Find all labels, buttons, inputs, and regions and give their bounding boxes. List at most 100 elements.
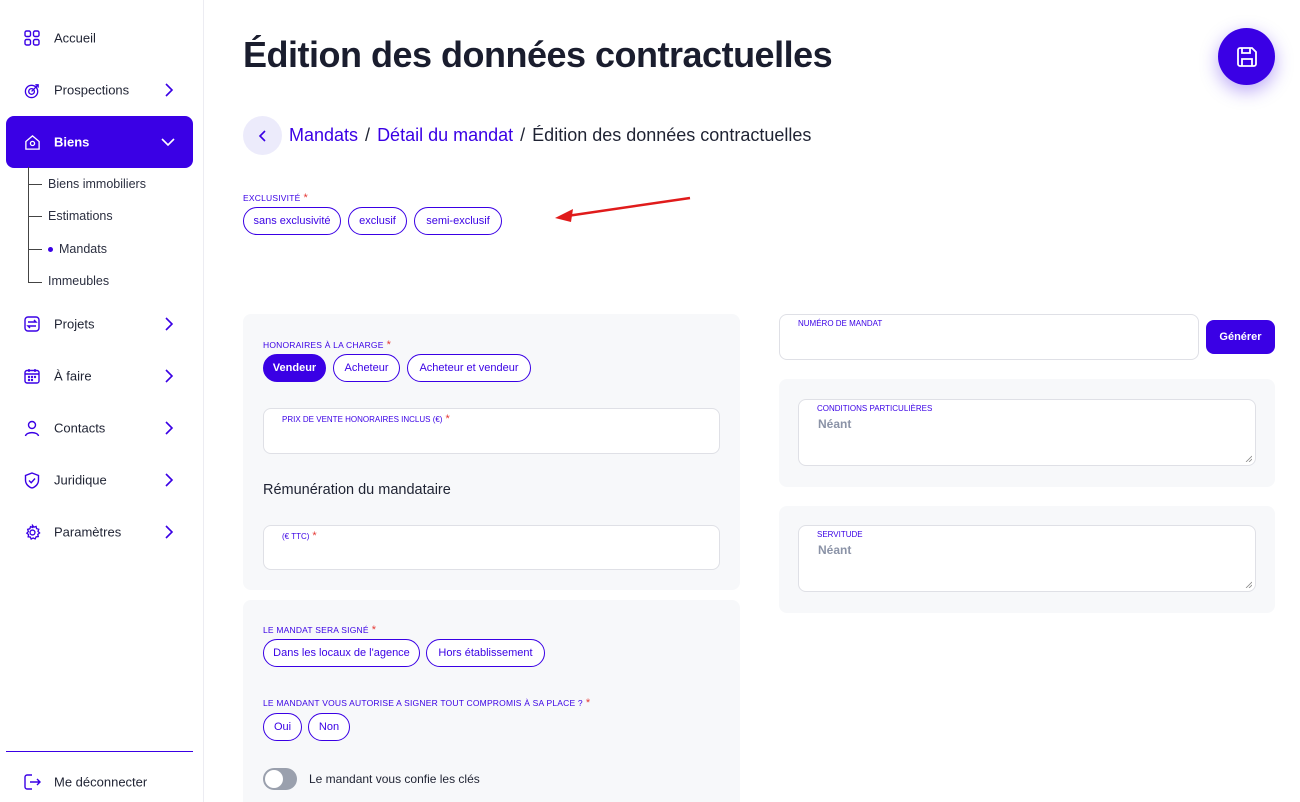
honoraires-option-les-deux[interactable]: Acheteur et vendeur bbox=[407, 354, 531, 382]
required-mark: * bbox=[585, 697, 591, 709]
autorisation-label-text: LE MANDANT VOUS AUTORISE A SIGNER TOUT C… bbox=[263, 698, 583, 708]
tree-branch bbox=[28, 282, 42, 283]
shield-icon bbox=[23, 471, 41, 489]
chevron-right-icon bbox=[165, 83, 174, 97]
breadcrumb-link-mandats[interactable]: Mandats bbox=[289, 125, 358, 146]
cles-toggle[interactable] bbox=[263, 768, 297, 790]
sidebar-item-label: Paramètres bbox=[54, 524, 122, 540]
signature-option-agence[interactable]: Dans les locaux de l'agence bbox=[263, 639, 420, 667]
logout-button[interactable]: Me déconnecter bbox=[6, 756, 193, 802]
grid-icon bbox=[23, 29, 41, 47]
sidebar-item-label: Juridique bbox=[54, 472, 107, 488]
sidebar-item-prospections[interactable]: Prospections bbox=[6, 64, 193, 116]
prix-vente-label: PRIX DE VENTE HONORAIRES INCLUS (€) * bbox=[282, 413, 450, 425]
sidebar-item-label: Projets bbox=[54, 316, 95, 332]
calendar-icon bbox=[23, 367, 41, 385]
cles-toggle-label: Le mandant vous confie les clés bbox=[309, 772, 480, 786]
sidebar-subitem-estimations[interactable]: Estimations bbox=[48, 209, 113, 223]
sidebar-item-projets[interactable]: Projets bbox=[6, 298, 193, 350]
prix-vente-field[interactable]: PRIX DE VENTE HONORAIRES INCLUS (€) * bbox=[263, 408, 720, 454]
signature-option-hors[interactable]: Hors établissement bbox=[426, 639, 545, 667]
logout-icon bbox=[23, 773, 41, 791]
servitude-label: SERVITUDE bbox=[817, 530, 863, 539]
signature-label: LE MANDAT SERA SIGNÉ * bbox=[263, 624, 376, 636]
sidebar-subitem-mandats[interactable]: Mandats bbox=[59, 242, 107, 256]
chevron-right-icon bbox=[165, 525, 174, 539]
signature-label-text: LE MANDAT SERA SIGNÉ bbox=[263, 625, 369, 635]
resize-handle-icon[interactable] bbox=[1245, 455, 1252, 462]
chevron-right-icon bbox=[165, 317, 174, 331]
toggle-knob bbox=[265, 770, 283, 788]
annotation-arrow bbox=[555, 196, 691, 222]
page-title: Édition des données contractuelles bbox=[243, 34, 833, 75]
breadcrumb: Mandats / Détail du mandat / Édition des… bbox=[289, 125, 811, 146]
exclusivite-option-exclusif[interactable]: exclusif bbox=[348, 207, 407, 235]
sidebar-item-contacts[interactable]: Contacts bbox=[6, 402, 193, 454]
sidebar-item-label: Accueil bbox=[54, 30, 96, 46]
conditions-label: CONDITIONS PARTICULIÈRES bbox=[817, 404, 933, 413]
sidebar: Accueil Prospections Biens Biens immobil… bbox=[0, 0, 204, 802]
sidebar-item-label: Prospections bbox=[54, 82, 130, 98]
remuneration-heading: Rémunération du mandataire bbox=[263, 482, 451, 498]
sidebar-item-label: Contacts bbox=[54, 420, 106, 436]
logout-label: Me déconnecter bbox=[54, 774, 148, 790]
sidebar-subitem-biens-immobiliers[interactable]: Biens immobiliers bbox=[48, 177, 146, 191]
swap-icon bbox=[23, 315, 41, 333]
conditions-placeholder: Néant bbox=[818, 417, 852, 431]
exclusivite-label: EXCLUSIVITÉ * bbox=[243, 192, 308, 204]
conditions-textarea[interactable]: CONDITIONS PARTICULIÈRES Néant bbox=[798, 399, 1256, 466]
chevron-down-icon bbox=[161, 138, 175, 147]
numero-mandat-field[interactable]: NUMÉRO DE MANDAT bbox=[779, 314, 1199, 360]
user-icon bbox=[23, 419, 41, 437]
remuneration-field[interactable]: (€ TTC) * bbox=[263, 525, 720, 570]
chevron-left-icon bbox=[258, 129, 266, 142]
sidebar-item-label: À faire bbox=[54, 368, 92, 384]
back-button[interactable] bbox=[243, 116, 282, 155]
exclusivite-label-text: EXCLUSIVITÉ bbox=[243, 193, 301, 203]
prix-vente-label-text: PRIX DE VENTE HONORAIRES INCLUS (€) bbox=[282, 415, 443, 424]
chevron-right-icon bbox=[165, 473, 174, 487]
sidebar-item-juridique[interactable]: Juridique bbox=[6, 454, 193, 506]
target-icon bbox=[23, 81, 41, 99]
exclusivite-option-sans[interactable]: sans exclusivité bbox=[243, 207, 341, 235]
chevron-right-icon bbox=[165, 369, 174, 383]
breadcrumb-separator: / bbox=[365, 125, 371, 145]
honoraires-label-text: HONORAIRES À LA CHARGE bbox=[263, 340, 384, 350]
honoraires-option-acheteur[interactable]: Acheteur bbox=[333, 354, 400, 382]
chevron-right-icon bbox=[165, 421, 174, 435]
honoraires-option-vendeur[interactable]: Vendeur bbox=[263, 354, 326, 382]
servitude-textarea[interactable]: SERVITUDE Néant bbox=[798, 525, 1256, 592]
sidebar-item-accueil[interactable]: Accueil bbox=[6, 12, 193, 64]
honoraires-label: HONORAIRES À LA CHARGE * bbox=[263, 339, 391, 351]
active-dot bbox=[48, 247, 53, 252]
autorisation-option-oui[interactable]: Oui bbox=[263, 713, 302, 741]
tree-branch bbox=[28, 249, 42, 250]
sidebar-item-label: Biens bbox=[54, 134, 90, 150]
required-mark: * bbox=[371, 624, 377, 636]
remuneration-label-text: (€ TTC) bbox=[282, 532, 310, 541]
save-icon bbox=[1236, 46, 1257, 67]
remuneration-label: (€ TTC) * bbox=[282, 530, 317, 542]
sidebar-item-a-faire[interactable]: À faire bbox=[6, 350, 193, 402]
sidebar-item-biens[interactable]: Biens bbox=[6, 116, 193, 168]
sidebar-item-parametres[interactable]: Paramètres bbox=[6, 506, 193, 558]
sidebar-subitem-immeubles[interactable]: Immeubles bbox=[48, 274, 109, 288]
tree-branch bbox=[28, 184, 42, 185]
generate-button[interactable]: Générer bbox=[1206, 320, 1275, 354]
resize-handle-icon[interactable] bbox=[1245, 581, 1252, 588]
breadcrumb-link-detail[interactable]: Détail du mandat bbox=[377, 125, 513, 146]
required-mark: * bbox=[312, 530, 317, 542]
autorisation-option-non[interactable]: Non bbox=[308, 713, 350, 741]
required-mark: * bbox=[386, 339, 392, 351]
required-mark: * bbox=[303, 192, 308, 204]
autorisation-label: LE MANDANT VOUS AUTORISE A SIGNER TOUT C… bbox=[263, 697, 590, 709]
servitude-placeholder: Néant bbox=[818, 543, 852, 557]
gear-icon bbox=[23, 523, 41, 541]
numero-mandat-label: NUMÉRO DE MANDAT bbox=[798, 319, 883, 328]
breadcrumb-separator: / bbox=[520, 125, 526, 145]
breadcrumb-current: Édition des données contractuelles bbox=[532, 125, 812, 145]
save-button[interactable] bbox=[1218, 28, 1275, 85]
exclusivite-option-semi[interactable]: semi-exclusif bbox=[414, 207, 502, 235]
sidebar-divider bbox=[6, 751, 193, 752]
required-mark: * bbox=[445, 413, 450, 425]
